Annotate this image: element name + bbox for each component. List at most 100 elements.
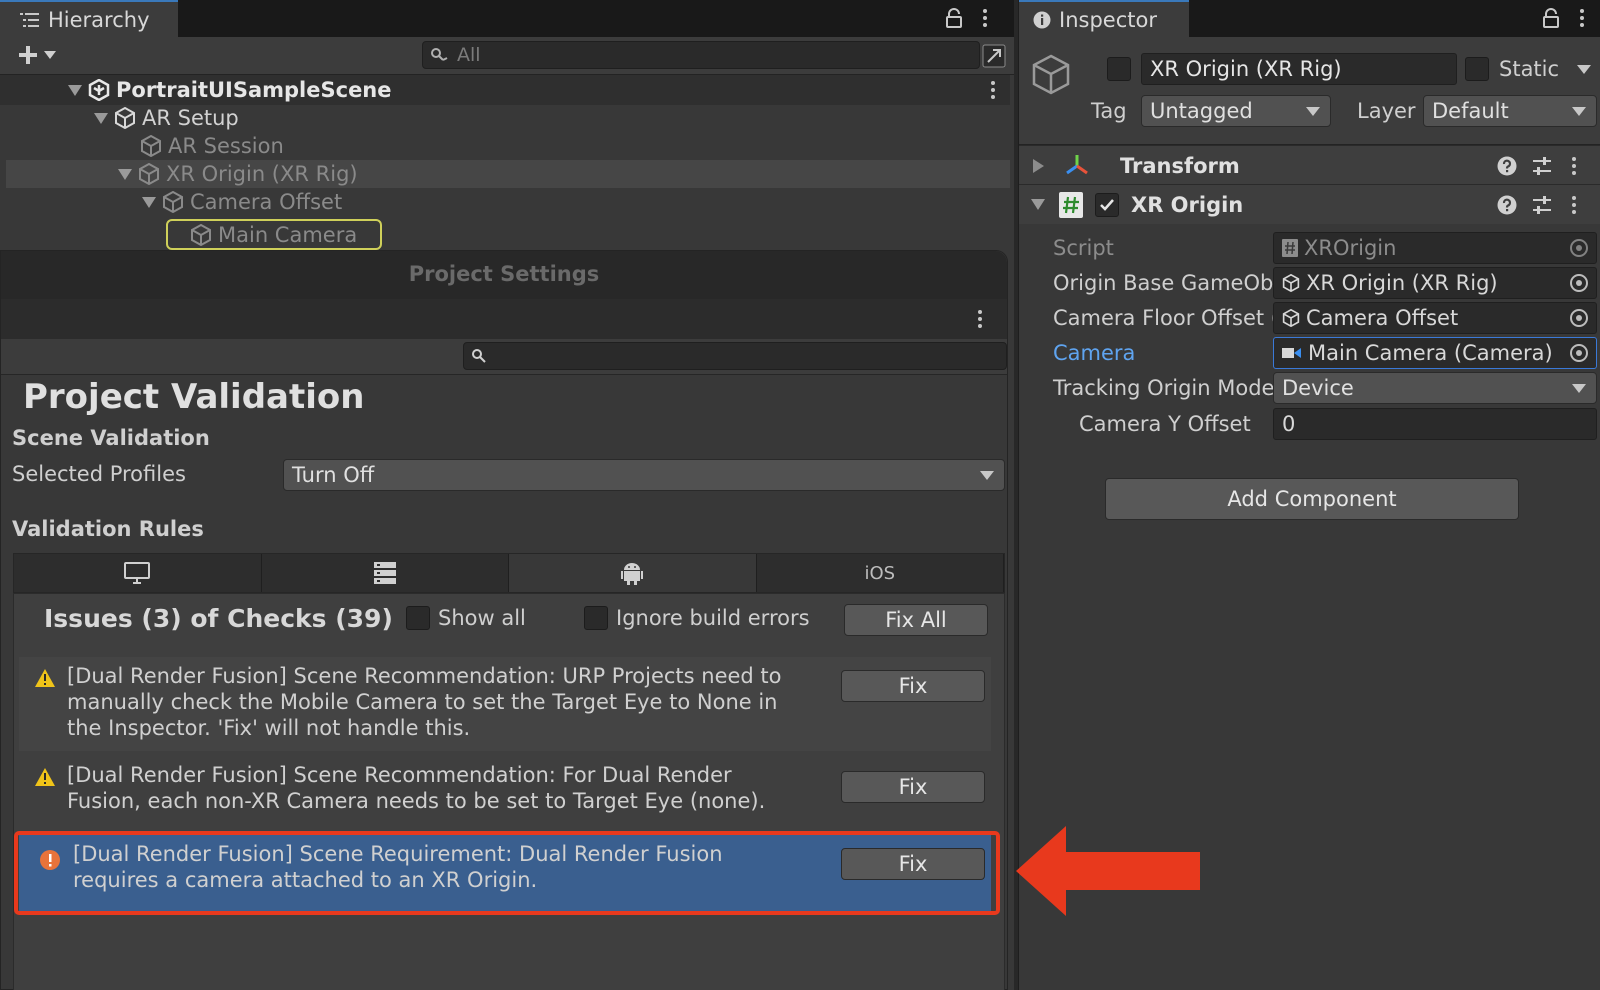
- highlight-box: [14, 831, 1000, 915]
- gameobject-icon: [114, 107, 136, 129]
- tree-item-label: AR Setup: [142, 106, 239, 130]
- object-picker-icon[interactable]: [1570, 309, 1588, 327]
- tag-label: Tag: [1091, 99, 1127, 123]
- dropdown-value: Default: [1432, 99, 1509, 123]
- gameobject-large-icon[interactable]: [1031, 53, 1079, 101]
- transform-component-header[interactable]: Transform: [1019, 145, 1600, 185]
- kebab-menu-icon[interactable]: [977, 309, 983, 329]
- origin-base-label: Origin Base GameObj: [1053, 271, 1280, 295]
- show-all-label: Show all: [438, 606, 526, 630]
- issues-summary: Issues (3) of Checks (39): [44, 604, 393, 633]
- scene-row[interactable]: PortraitUISampleScene: [0, 75, 1010, 105]
- tab-inspector[interactable]: Inspector: [1019, 0, 1189, 37]
- lock-icon[interactable]: [1543, 8, 1559, 28]
- ignore-build-errors-toggle[interactable]: Ignore build errors: [584, 606, 810, 630]
- server-icon: [373, 562, 396, 584]
- kebab-menu-icon[interactable]: [1579, 8, 1585, 28]
- tag-dropdown[interactable]: Untagged: [1141, 95, 1331, 127]
- object-picker-icon[interactable]: [1570, 274, 1588, 292]
- selected-profiles-dropdown[interactable]: Turn Off: [283, 459, 1005, 491]
- component-label: XR Origin: [1131, 192, 1244, 217]
- tab-label: Hierarchy: [48, 7, 150, 32]
- tab-standalone[interactable]: [14, 554, 262, 592]
- android-icon: [621, 561, 644, 585]
- chevron-down-icon: [1572, 107, 1586, 116]
- xr-origin-component-header[interactable]: XR Origin: [1019, 184, 1600, 224]
- scene-menu-icon[interactable]: [990, 80, 996, 100]
- camera-floor-offset-field[interactable]: Camera Offset: [1273, 302, 1597, 334]
- fix-all-button[interactable]: Fix All: [844, 604, 988, 636]
- create-button[interactable]: [18, 45, 56, 65]
- tab-ios[interactable]: iOS: [756, 554, 1004, 592]
- expand-triangle-icon[interactable]: [1033, 158, 1044, 173]
- search-icon: [472, 349, 486, 363]
- field-value: 0: [1282, 412, 1296, 436]
- fix-button[interactable]: Fix: [841, 670, 985, 702]
- search-placeholder: All: [457, 44, 481, 66]
- tree-item-main-camera[interactable]: Main Camera: [166, 219, 382, 250]
- camera-y-offset-input[interactable]: 0: [1273, 408, 1597, 440]
- maximize-icon[interactable]: [982, 44, 1006, 68]
- object-picker-icon[interactable]: [1570, 344, 1588, 362]
- preset-icon[interactable]: [1531, 156, 1553, 176]
- lock-icon[interactable]: [946, 8, 962, 28]
- camera-icon: [1282, 346, 1302, 360]
- component-enabled-checkbox[interactable]: [1095, 192, 1119, 217]
- chevron-down-icon[interactable]: [1577, 65, 1591, 74]
- expand-triangle-icon[interactable]: [68, 84, 82, 96]
- active-checkbox[interactable]: [1107, 57, 1131, 81]
- tree-item-ar-session[interactable]: AR Session: [6, 132, 1010, 160]
- tree-item-xr-origin[interactable]: XR Origin (XR Rig): [6, 160, 1010, 188]
- static-checkbox[interactable]: [1465, 57, 1489, 81]
- warning-icon: [35, 669, 55, 687]
- transform-label: Transform: [1120, 153, 1240, 178]
- kebab-menu-icon[interactable]: [1571, 156, 1577, 176]
- layer-dropdown[interactable]: Default: [1423, 95, 1597, 127]
- tree-item-label: AR Session: [168, 134, 284, 158]
- tracking-origin-mode-dropdown[interactable]: Device: [1273, 372, 1597, 404]
- layer-label: Layer: [1357, 99, 1416, 123]
- tab-server[interactable]: [261, 554, 509, 592]
- dropdown-value: Device: [1282, 376, 1354, 400]
- help-icon[interactable]: [1497, 195, 1517, 215]
- origin-base-field[interactable]: XR Origin (XR Rig): [1273, 267, 1597, 299]
- field-value: XR Origin (XR Rig): [1306, 271, 1498, 295]
- chevron-down-icon: [1306, 107, 1320, 116]
- fix-button[interactable]: Fix: [841, 771, 985, 803]
- object-name-input[interactable]: XR Origin (XR Rig): [1141, 53, 1457, 85]
- tab-android[interactable]: [509, 554, 757, 592]
- script-icon: [1059, 191, 1083, 218]
- gameobject-icon: [140, 135, 162, 157]
- expand-triangle-icon[interactable]: [94, 112, 108, 124]
- inspector-tabbar: Inspector: [1019, 0, 1600, 37]
- expand-triangle-icon[interactable]: [118, 168, 132, 180]
- settings-search-input[interactable]: [463, 342, 1007, 370]
- tab-hierarchy[interactable]: Hierarchy: [0, 0, 178, 37]
- expand-triangle-icon[interactable]: [1031, 199, 1045, 210]
- hierarchy-toolbar: All: [0, 37, 1014, 75]
- gameobject-icon: [1282, 309, 1300, 327]
- ignore-build-errors-checkbox[interactable]: [584, 606, 608, 630]
- field-value: Main Camera (Camera): [1308, 341, 1553, 365]
- tree-item-camera-offset[interactable]: Camera Offset: [6, 188, 1010, 216]
- hierarchy-search-input[interactable]: All: [422, 41, 980, 69]
- preset-icon[interactable]: [1531, 195, 1553, 215]
- kebab-menu-icon[interactable]: [982, 8, 988, 28]
- project-settings-toolbar: [1, 299, 1007, 339]
- dropdown-value: Untagged: [1150, 99, 1253, 123]
- script-field-label: Script: [1053, 236, 1114, 260]
- show-all-toggle[interactable]: Show all: [406, 606, 526, 630]
- kebab-menu-icon[interactable]: [1571, 195, 1577, 215]
- search-icon: [431, 48, 448, 61]
- help-icon[interactable]: [1497, 156, 1517, 176]
- add-component-button[interactable]: Add Component: [1105, 478, 1519, 520]
- hierarchy-tabbar: Hierarchy: [0, 0, 1014, 37]
- tree-item-ar-setup[interactable]: AR Setup: [6, 104, 1010, 132]
- show-all-checkbox[interactable]: [406, 606, 430, 630]
- camera-field[interactable]: Main Camera (Camera): [1273, 337, 1597, 369]
- expand-triangle-icon[interactable]: [142, 196, 156, 208]
- info-icon: [1033, 11, 1051, 29]
- script-icon: [1282, 239, 1298, 257]
- issue-row-1: [Dual Render Fusion] Scene Recommendatio…: [19, 657, 991, 751]
- issue-text: [Dual Render Fusion] Scene Recommendatio…: [67, 763, 766, 813]
